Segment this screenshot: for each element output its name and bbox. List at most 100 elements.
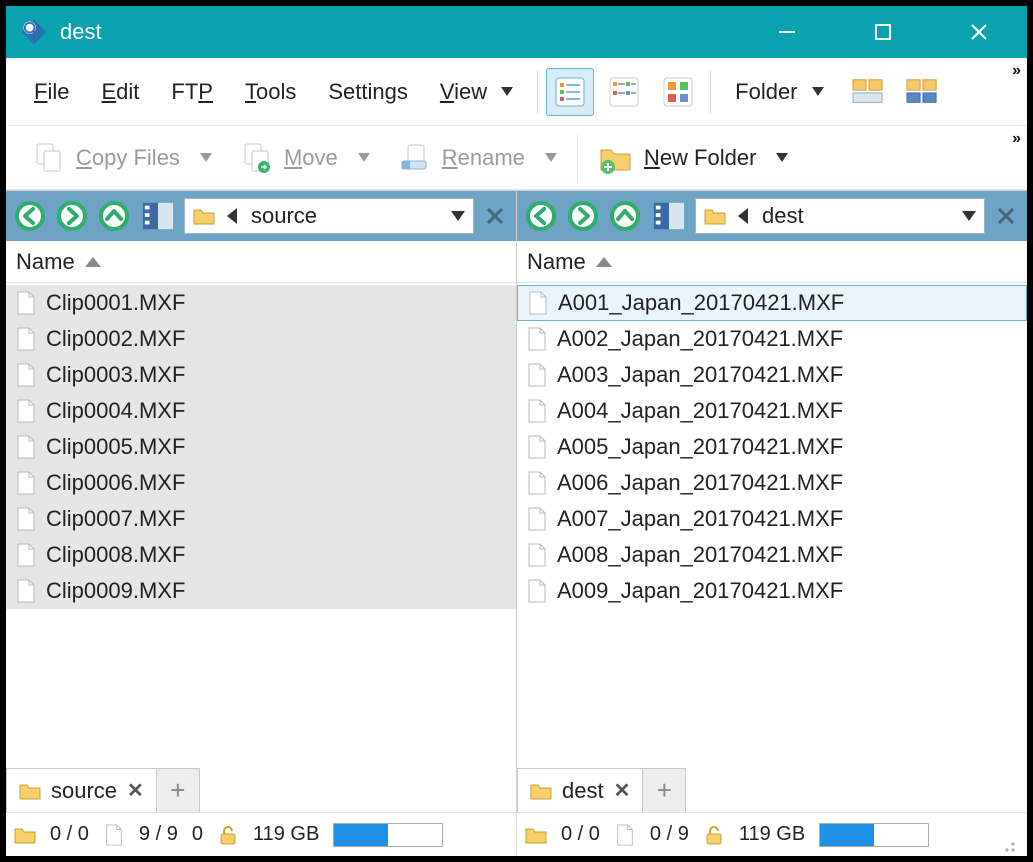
statusbar: 0 / 0 9 / 9 0 119 GB 0 / 0 0 / 9 119 GB: [6, 812, 1027, 856]
path-box-right[interactable]: dest: [695, 198, 985, 234]
maximize-button[interactable]: [835, 6, 931, 58]
menu-view[interactable]: View: [424, 58, 529, 125]
nav-forward-button[interactable]: [54, 198, 90, 234]
copy-files-button[interactable]: Copy Files: [18, 126, 226, 189]
status-files: 0 / 9: [650, 823, 689, 846]
tab-add-left[interactable]: +: [156, 768, 200, 812]
menu-edit[interactable]: Edit: [85, 58, 155, 125]
file-list-right[interactable]: A001_Japan_20170421.MXF A002_Japan_201704…: [517, 283, 1027, 768]
lock-open-icon: [703, 824, 725, 846]
overflow-icon[interactable]: »: [1012, 62, 1021, 80]
menu-ftp[interactable]: FTP: [155, 58, 229, 125]
file-row[interactable]: A008_Japan_20170421.MXF: [517, 537, 1027, 573]
folder-mode-1-button[interactable]: [844, 68, 892, 116]
nav-back-button[interactable]: [12, 198, 48, 234]
file-row[interactable]: A001_Japan_20170421.MXF: [517, 285, 1027, 321]
file-row[interactable]: A004_Japan_20170421.MXF: [517, 393, 1027, 429]
file-name: A007_Japan_20170421.MXF: [557, 506, 843, 532]
tab-add-right[interactable]: +: [642, 768, 686, 812]
file-icon: [16, 399, 36, 423]
resize-grip-icon[interactable]: [999, 836, 1017, 854]
file-name: Clip0007.MXF: [46, 506, 185, 532]
nav-up-button[interactable]: [96, 198, 132, 234]
tab-right[interactable]: dest ✕: [517, 768, 642, 812]
lock-open-icon: [217, 824, 239, 846]
file-list-left[interactable]: Clip0001.MXFClip0002.MXFClip0003.MXFClip…: [6, 283, 516, 768]
column-header-right[interactable]: Name: [517, 241, 1027, 283]
tab-close-icon[interactable]: ✕: [127, 778, 144, 803]
file-row[interactable]: Clip0004.MXF: [6, 393, 516, 429]
nav-forward-button[interactable]: [565, 198, 601, 234]
folder-icon: [530, 782, 552, 800]
menu-file[interactable]: FFile: [18, 58, 85, 125]
nav-thumb-button[interactable]: [649, 198, 689, 234]
file-row[interactable]: Clip0007.MXF: [6, 501, 516, 537]
pane-left-close[interactable]: [480, 201, 510, 231]
path-label: dest: [762, 203, 804, 229]
caret-down-icon: [776, 153, 788, 162]
file-row[interactable]: Clip0009.MXF: [6, 573, 516, 609]
file-row[interactable]: A007_Japan_20170421.MXF: [517, 501, 1027, 537]
file-name: Clip0006.MXF: [46, 470, 185, 496]
tab-close-icon[interactable]: ✕: [614, 778, 631, 803]
view-thumbs-button[interactable]: [654, 68, 702, 116]
sort-asc-icon: [85, 257, 101, 267]
file-icon: [527, 507, 547, 531]
pane-right-close[interactable]: [991, 201, 1021, 231]
file-row[interactable]: Clip0005.MXF: [6, 429, 516, 465]
file-name: A004_Japan_20170421.MXF: [557, 398, 843, 424]
path-label: source: [251, 203, 317, 229]
status-left: 0 / 0 9 / 9 0 119 GB: [6, 813, 516, 856]
file-row[interactable]: Clip0008.MXF: [6, 537, 516, 573]
file-row[interactable]: A003_Japan_20170421.MXF: [517, 357, 1027, 393]
tab-label: source: [51, 778, 117, 804]
file-name: Clip0009.MXF: [46, 578, 185, 604]
new-folder-button[interactable]: New Folder: [584, 126, 802, 189]
pane-left-nav: source: [6, 191, 516, 241]
rename-button[interactable]: Rename: [384, 126, 571, 189]
file-icon: [527, 327, 547, 351]
file-row[interactable]: Clip0002.MXF: [6, 321, 516, 357]
close-button[interactable]: [931, 6, 1027, 58]
file-row[interactable]: Clip0006.MXF: [6, 465, 516, 501]
path-box-left[interactable]: source: [184, 198, 474, 234]
folder-mode-2-button[interactable]: [898, 68, 946, 116]
status-folders: 0 / 0: [561, 823, 600, 846]
overflow-icon[interactable]: »: [1012, 130, 1021, 148]
file-row[interactable]: A005_Japan_20170421.MXF: [517, 429, 1027, 465]
nav-thumb-button[interactable]: [138, 198, 178, 234]
file-row[interactable]: Clip0001.MXF: [6, 285, 516, 321]
file-name: A002_Japan_20170421.MXF: [557, 326, 843, 352]
move-button[interactable]: Move: [226, 126, 384, 189]
operations-toolbar: Copy Files Move Rename New Folder »: [6, 126, 1027, 190]
nav-back-button[interactable]: [523, 198, 559, 234]
sort-asc-icon: [596, 257, 612, 267]
minimize-button[interactable]: [739, 6, 835, 58]
file-icon: [528, 291, 548, 315]
file-name: A008_Japan_20170421.MXF: [557, 542, 843, 568]
file-icon: [527, 363, 547, 387]
file-row[interactable]: A006_Japan_20170421.MXF: [517, 465, 1027, 501]
tab-left[interactable]: source ✕: [6, 768, 156, 812]
file-row[interactable]: A009_Japan_20170421.MXF: [517, 573, 1027, 609]
column-header-left[interactable]: Name: [6, 241, 516, 283]
menu-folder[interactable]: Folder: [719, 58, 839, 125]
dropdown-icon[interactable]: [962, 211, 976, 221]
caret-down-icon: [358, 153, 370, 162]
view-details-button[interactable]: [546, 68, 594, 116]
view-list-button[interactable]: [600, 68, 648, 116]
folder-icon: [19, 782, 41, 800]
menu-settings[interactable]: Settings: [312, 58, 424, 125]
window-title: dest: [60, 19, 102, 45]
dropdown-icon[interactable]: [451, 211, 465, 221]
file-icon: [527, 399, 547, 423]
nav-up-button[interactable]: [607, 198, 643, 234]
file-row[interactable]: A002_Japan_20170421.MXF: [517, 321, 1027, 357]
file-icon: [16, 543, 36, 567]
panes: source Name Clip0001.MXFClip0002.MXFClip…: [6, 190, 1027, 812]
menu-tools[interactable]: Tools: [229, 58, 312, 125]
file-row[interactable]: Clip0003.MXF: [6, 357, 516, 393]
column-header-label: Name: [16, 249, 75, 275]
column-header-label: Name: [527, 249, 586, 275]
folder-icon: [14, 824, 36, 846]
